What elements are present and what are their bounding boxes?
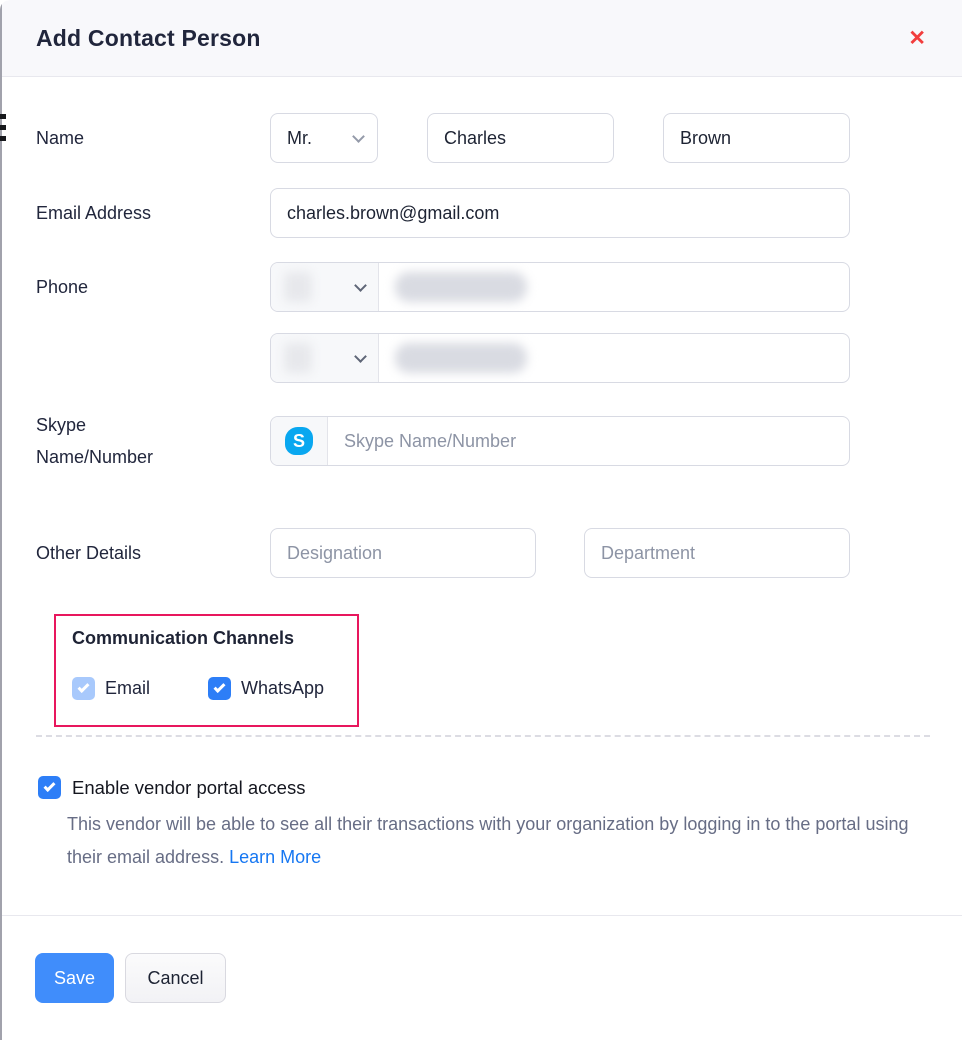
modal-title: Add Contact Person [36,25,261,52]
email-input[interactable] [270,188,850,238]
other-details-row: Other Details [36,528,962,578]
skype-icon: S [285,427,313,455]
other-details-label: Other Details [36,537,270,569]
email-checkbox[interactable] [72,677,95,700]
phone-number-field-2[interactable] [379,334,849,382]
communication-channels-highlight-box: Communication Channels Email WhatsApp [54,614,359,727]
vendor-portal-label: Enable vendor portal access [72,777,305,799]
chevron-down-icon [352,130,365,143]
redacted-country-code [284,343,312,373]
communication-channels-heading: Communication Channels [72,626,357,650]
skype-input-group: S [270,416,850,466]
phone-row-2 [36,333,962,383]
chevron-down-icon [354,350,367,363]
background-artifact [0,125,6,130]
channel-option-whatsapp: WhatsApp [208,677,324,700]
country-code-select-2[interactable] [271,334,379,382]
salutation-select[interactable]: Mr. [270,113,378,163]
skype-label: Skype Name/Number [36,409,186,473]
phone-input-2[interactable] [270,333,850,383]
check-icon [214,681,226,693]
skype-icon-segment: S [271,417,328,465]
phone-input-1[interactable] [270,262,850,312]
add-contact-person-modal: Add Contact Person ✕ Name Mr. Email Addr… [0,0,962,1040]
redacted-phone-number [395,343,527,373]
save-button[interactable]: Save [35,953,114,1003]
close-icon[interactable]: ✕ [904,24,930,53]
name-row: Name Mr. [36,113,962,163]
skype-row: Skype Name/Number S [36,409,962,473]
modal-footer: Save Cancel [0,915,962,1040]
designation-input[interactable] [270,528,536,578]
learn-more-link[interactable]: Learn More [229,847,321,867]
background-artifact [0,136,6,141]
communication-channel-options: Email WhatsApp [72,677,357,700]
skype-input[interactable] [328,417,849,465]
last-name-input[interactable] [663,113,850,163]
modal-header: Add Contact Person ✕ [0,0,962,77]
modal-body: Name Mr. Email Address Phone [0,113,962,874]
whatsapp-checkbox-label: WhatsApp [241,678,324,699]
vendor-portal-checkbox[interactable] [38,776,61,799]
vendor-portal-section: Enable vendor portal access This vendor … [36,776,962,874]
check-icon [43,780,55,792]
email-checkbox-label: Email [105,678,150,699]
background-artifact [0,114,6,119]
channel-option-email: Email [72,677,150,700]
section-divider [36,735,930,737]
chevron-down-icon [354,279,367,292]
salutation-value: Mr. [287,128,312,149]
department-input[interactable] [584,528,850,578]
modal-left-edge [0,0,2,1040]
phone-label: Phone [36,271,270,303]
whatsapp-checkbox[interactable] [208,677,231,700]
country-code-select-1[interactable] [271,263,379,311]
redacted-country-code [284,272,312,302]
vendor-portal-description: This vendor will be able to see all thei… [67,808,912,874]
check-icon [77,681,89,693]
redacted-phone-number [395,272,527,302]
email-row: Email Address [36,188,962,238]
name-label: Name [36,122,270,154]
phone-number-field-1[interactable] [379,263,849,311]
first-name-input[interactable] [427,113,614,163]
email-label: Email Address [36,197,270,229]
phone-row-1: Phone [36,262,962,312]
cancel-button[interactable]: Cancel [125,953,226,1003]
